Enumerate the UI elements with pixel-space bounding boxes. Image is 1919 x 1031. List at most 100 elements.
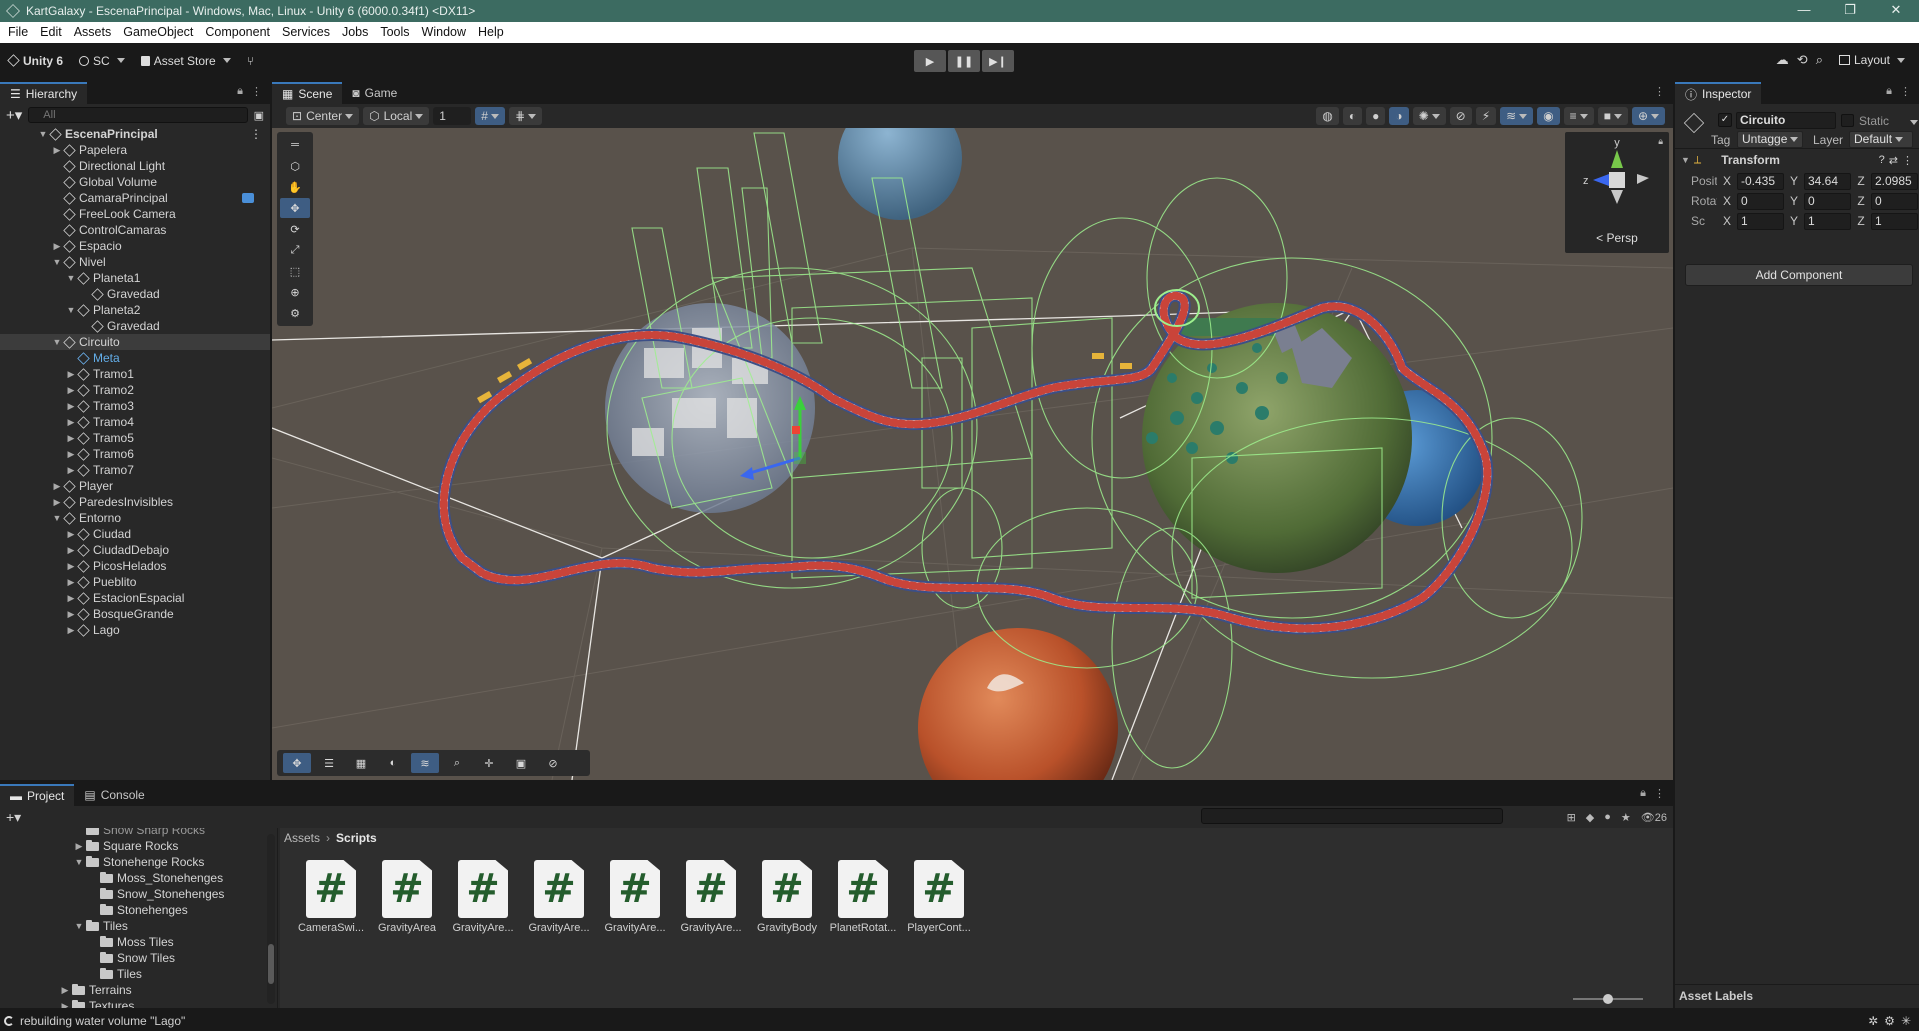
y-value-field[interactable]: 1 bbox=[1804, 212, 1851, 230]
folder-item[interactable]: Snow Sharp Rocks bbox=[0, 828, 277, 838]
hierarchy-item[interactable]: ▼ Planeta2 bbox=[0, 302, 270, 318]
hierarchy-item[interactable]: Gravedad bbox=[0, 318, 270, 334]
menu-help[interactable]: Help bbox=[472, 22, 510, 43]
collapse-arrow-icon[interactable]: ▶ bbox=[52, 478, 62, 494]
add-component-button[interactable]: Add Component bbox=[1685, 264, 1913, 286]
script-asset[interactable]: # GravityAre... bbox=[446, 860, 520, 934]
collapse-arrow-icon[interactable]: ▶ bbox=[66, 446, 76, 462]
axis-z-label[interactable]: Z bbox=[1855, 194, 1867, 208]
global-illumination-button[interactable]: ◍ bbox=[1316, 107, 1339, 125]
collapse-arrow-icon[interactable]: ▶ bbox=[66, 542, 76, 558]
tag-dropdown[interactable]: Untagge bbox=[1737, 131, 1803, 148]
scale-tool-button[interactable]: ⤢ bbox=[280, 240, 310, 260]
asset-store-button[interactable]: Asset Store bbox=[133, 49, 239, 73]
collapse-arrow-icon[interactable]: ▶ bbox=[66, 382, 76, 398]
history-icon[interactable]: ⟲ bbox=[1797, 52, 1808, 68]
static-checkbox[interactable] bbox=[1841, 114, 1854, 127]
hierarchy-item[interactable]: ▶ Pueblito bbox=[0, 574, 270, 590]
gizmos-button[interactable]: ⊕ bbox=[1631, 107, 1665, 125]
layout-dropdown[interactable]: Layout bbox=[1831, 48, 1913, 72]
more-options-icon[interactable]: ⋮ bbox=[251, 85, 262, 98]
pivot-dropdown[interactable]: ⊡ Center bbox=[286, 107, 360, 125]
hand-tool-button[interactable]: ✋ bbox=[280, 177, 310, 197]
layers-button[interactable]: ≋ bbox=[1500, 107, 1534, 125]
script-asset[interactable]: # PlayerCont... bbox=[902, 860, 976, 934]
create-asset-button[interactable]: +▾ bbox=[6, 809, 21, 826]
scene-viewport[interactable]: ═ ⬡ ✋ ✥ ⟳ ⤢ ⬚ ⊕ ⚙ ✥ ☰ ▦ ◐ ≋ ⌕ ✛ ▣ ⊘ y z … bbox=[272, 128, 1673, 780]
tab-hierarchy[interactable]: ☰ Hierarchy bbox=[0, 82, 88, 104]
axis-y-label[interactable]: Y bbox=[1788, 214, 1800, 228]
folder-tree-scrollbar[interactable] bbox=[267, 834, 275, 1004]
expand-arrow-icon[interactable]: ▶ bbox=[74, 838, 84, 854]
wireframe-shading-button[interactable]: ◐ bbox=[1342, 107, 1363, 125]
lock-icon[interactable]: 🔒︎ bbox=[1640, 787, 1646, 800]
tab-scene[interactable]: ▦ Scene bbox=[272, 82, 343, 104]
cloud-icon[interactable]: ☁ bbox=[1776, 52, 1789, 68]
collapse-arrow-icon[interactable]: ▶ bbox=[52, 238, 62, 254]
search-icon[interactable]: ⌕ bbox=[1816, 52, 1823, 68]
more-options-icon[interactable]: ⋮ bbox=[1654, 85, 1665, 98]
collapse-arrow-icon[interactable]: ▶ bbox=[66, 462, 76, 478]
help-icon[interactable]: ? bbox=[1879, 154, 1885, 166]
move-tool-button[interactable]: ✥ bbox=[280, 198, 310, 218]
project-search-input[interactable] bbox=[1201, 808, 1503, 824]
collapse-arrow-icon[interactable]: ▶ bbox=[52, 494, 62, 510]
step-button[interactable]: ▶❙ bbox=[982, 50, 1014, 72]
menu-component[interactable]: Component bbox=[199, 22, 276, 43]
gear-spinner-icon[interactable]: ✳ bbox=[1901, 1014, 1911, 1028]
minimize-button[interactable]: — bbox=[1781, 0, 1827, 22]
folder-item[interactable]: ▶ Square Rocks bbox=[0, 838, 277, 854]
version-control-button[interactable]: ⑂ bbox=[239, 49, 262, 73]
preset-icon[interactable]: ⇄ bbox=[1889, 154, 1898, 167]
effects-button[interactable]: ✺ bbox=[1412, 107, 1446, 125]
menu-tools[interactable]: Tools bbox=[374, 22, 415, 43]
hierarchy-item[interactable]: Directional Light bbox=[0, 158, 270, 174]
hierarchy-item[interactable]: ▼ Planeta1 bbox=[0, 270, 270, 286]
script-asset[interactable]: # CameraSwi... bbox=[294, 860, 368, 934]
hierarchy-item[interactable]: ▶ Papelera bbox=[0, 142, 270, 158]
collapse-arrow-icon[interactable]: ▶ bbox=[66, 622, 76, 638]
transform-tool-button[interactable]: ⊕ bbox=[280, 282, 310, 302]
hidden-count-badge[interactable]: 👁︎26 bbox=[1641, 811, 1667, 824]
hierarchy-item[interactable]: ▶ ParedesInvisibles bbox=[0, 494, 270, 510]
hierarchy-item[interactable]: ▶ Tramo5 bbox=[0, 430, 270, 446]
collapse-arrow-icon[interactable]: ▶ bbox=[66, 366, 76, 382]
menu-assets[interactable]: Assets bbox=[68, 22, 118, 43]
hierarchy-item[interactable]: ControlCamaras bbox=[0, 222, 270, 238]
favorite-icon[interactable]: ★ bbox=[1621, 811, 1631, 824]
draw-mode-button[interactable]: ≡ bbox=[1563, 107, 1594, 125]
orientation-gizmo[interactable]: y z 🔒︎ < Persp bbox=[1565, 132, 1669, 253]
script-asset[interactable]: # GravityAre... bbox=[674, 860, 748, 934]
rotate-tool-button[interactable]: ⟳ bbox=[280, 219, 310, 239]
expand-arrow-icon[interactable]: ▼ bbox=[74, 854, 84, 870]
collapse-arrow-icon[interactable]: ▶ bbox=[66, 590, 76, 606]
more-options-icon[interactable]: ⋮ bbox=[1902, 154, 1913, 167]
hierarchy-item[interactable]: ▶ Tramo2 bbox=[0, 382, 270, 398]
overlay-pivot-button[interactable]: ✛ bbox=[475, 753, 503, 773]
custom-tool-button[interactable]: ⚙ bbox=[280, 303, 310, 323]
axis-z-label[interactable]: Z bbox=[1855, 214, 1867, 228]
toggle-2d-button[interactable]: ⊘ bbox=[1449, 107, 1472, 125]
search-by-label-icon[interactable]: ◆ bbox=[1586, 811, 1594, 824]
scrollbar-thumb[interactable] bbox=[268, 944, 274, 984]
breadcrumb-scripts[interactable]: Scripts bbox=[336, 831, 377, 845]
expand-arrow-icon[interactable]: ▼ bbox=[66, 270, 76, 286]
hierarchy-item[interactable]: ▶ Player bbox=[0, 478, 270, 494]
expand-arrow-icon[interactable]: ▼ bbox=[52, 510, 62, 526]
visibility-button[interactable]: ◉ bbox=[1537, 107, 1560, 125]
axis-x-label[interactable]: X bbox=[1721, 194, 1733, 208]
transform-header[interactable]: ▼ ⟂ Transform ? ⇄ ⋮ bbox=[1675, 149, 1919, 171]
hierarchy-item[interactable]: ▼ Nivel bbox=[0, 254, 270, 270]
y-value-field[interactable]: 0 bbox=[1804, 192, 1851, 210]
scene-root-row[interactable]: ▼ EscenaPrincipal ⋮ bbox=[0, 126, 270, 142]
grid-snap-field[interactable]: 1 bbox=[433, 107, 472, 125]
space-dropdown[interactable]: ⬡ Local bbox=[363, 107, 430, 125]
lock-icon[interactable]: 🔒︎ bbox=[1886, 85, 1892, 98]
layer-dropdown[interactable]: Default bbox=[1849, 131, 1913, 148]
x-value-field[interactable]: 0 bbox=[1737, 192, 1784, 210]
hierarchy-item[interactable]: CamaraPrincipal bbox=[0, 190, 270, 206]
hierarchy-item[interactable]: ▶ Tramo7 bbox=[0, 462, 270, 478]
snap-settings-button[interactable]: ⋕ bbox=[508, 107, 543, 125]
y-value-field[interactable]: 34.64 bbox=[1804, 172, 1851, 190]
lighting-toggle-button[interactable]: ⚡ bbox=[1475, 107, 1497, 125]
